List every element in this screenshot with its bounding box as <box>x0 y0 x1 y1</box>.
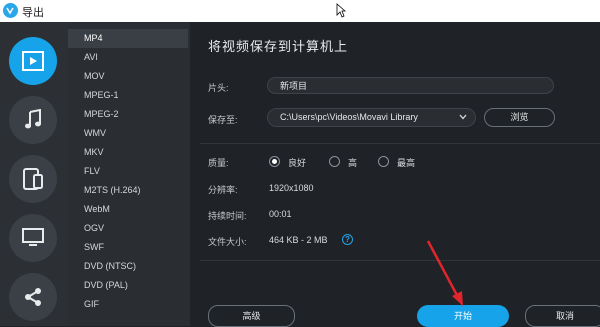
format-item-ogv[interactable]: OGV <box>68 219 188 238</box>
devices-icon <box>23 168 43 190</box>
save-path-dropdown[interactable]: C:\Users\pc\Videos\Movavi Library <box>267 108 476 127</box>
video-icon <box>22 51 44 71</box>
duration-label: 持续时间: <box>208 211 247 221</box>
format-item-mov[interactable]: MOV <box>68 67 188 86</box>
quality-radio-highest[interactable] <box>378 156 389 167</box>
save-path-value: C:\Users\pc\Videos\Movavi Library <box>280 112 418 122</box>
mouse-cursor-icon <box>336 3 346 18</box>
format-item-m2ts[interactable]: M2TS (H.264) <box>68 181 188 200</box>
quality-label: 质量: <box>208 158 229 168</box>
format-item-dvd-pal[interactable]: DVD (PAL) <box>68 276 188 295</box>
title-bar: 导出 <box>0 0 600 22</box>
format-item-flv[interactable]: FLV <box>68 162 188 181</box>
format-item-webm[interactable]: WebM <box>68 200 188 219</box>
app-logo-icon <box>3 3 18 18</box>
filesize-value: 464 KB - 2 MB <box>269 235 328 245</box>
save-location-label: 保存至: <box>208 115 238 125</box>
quality-option-high-label: 高 <box>348 158 358 168</box>
devices-category-button[interactable] <box>9 155 57 203</box>
format-item-wmv[interactable]: WMV <box>68 124 188 143</box>
quality-radio-good[interactable] <box>269 156 280 167</box>
cancel-button[interactable]: 取消 <box>525 305 600 327</box>
format-list: MP4 AVI MOV MPEG-1 MPEG-2 WMV MKV FLV M2… <box>68 22 191 326</box>
start-button[interactable]: 开始 <box>417 305 509 327</box>
quality-radio-high[interactable] <box>329 156 340 167</box>
quality-option-good-label: 良好 <box>288 158 307 168</box>
divider <box>200 143 600 144</box>
format-item-mkv[interactable]: MKV <box>68 143 188 162</box>
format-item-mpeg1[interactable]: MPEG-1 <box>68 86 188 105</box>
export-settings-panel: 将视频保存到计算机上 片头: 新项目 保存至: C:\Users\pc\Vide… <box>190 22 600 327</box>
resolution-value: 1920x1080 <box>269 183 314 193</box>
format-item-swf[interactable]: SWF <box>68 238 188 257</box>
share-category-button[interactable] <box>9 273 57 321</box>
format-item-avi[interactable]: AVI <box>68 48 188 67</box>
duration-value: 00:01 <box>269 209 292 219</box>
format-item-mpeg2[interactable]: MPEG-2 <box>68 105 188 124</box>
chevron-down-icon <box>459 114 467 120</box>
advanced-button[interactable]: 高级 <box>208 305 295 327</box>
tv-category-button[interactable] <box>9 214 57 262</box>
music-note-icon <box>25 109 41 129</box>
audio-category-button[interactable] <box>9 96 57 144</box>
window-title: 导出 <box>22 7 44 19</box>
divider <box>200 260 600 261</box>
format-item-gif[interactable]: GIF <box>68 295 188 314</box>
browse-button[interactable]: 浏览 <box>484 108 555 127</box>
share-icon <box>25 288 41 306</box>
resolution-label: 分辨率: <box>208 185 238 195</box>
filesize-label: 文件大小: <box>208 237 247 247</box>
format-item-mp4[interactable]: MP4 <box>68 29 188 48</box>
monitor-icon <box>22 228 44 246</box>
category-sidebar <box>0 22 68 326</box>
format-item-dvd-ntsc[interactable]: DVD (NTSC) <box>68 257 188 276</box>
page-title: 将视频保存到计算机上 <box>208 39 349 54</box>
name-label: 片头: <box>208 83 229 93</box>
project-name-input[interactable]: 新项目 <box>267 77 554 94</box>
video-category-button[interactable] <box>9 37 57 85</box>
help-icon[interactable]: ? <box>342 234 353 245</box>
quality-option-highest-label: 最高 <box>397 158 416 168</box>
